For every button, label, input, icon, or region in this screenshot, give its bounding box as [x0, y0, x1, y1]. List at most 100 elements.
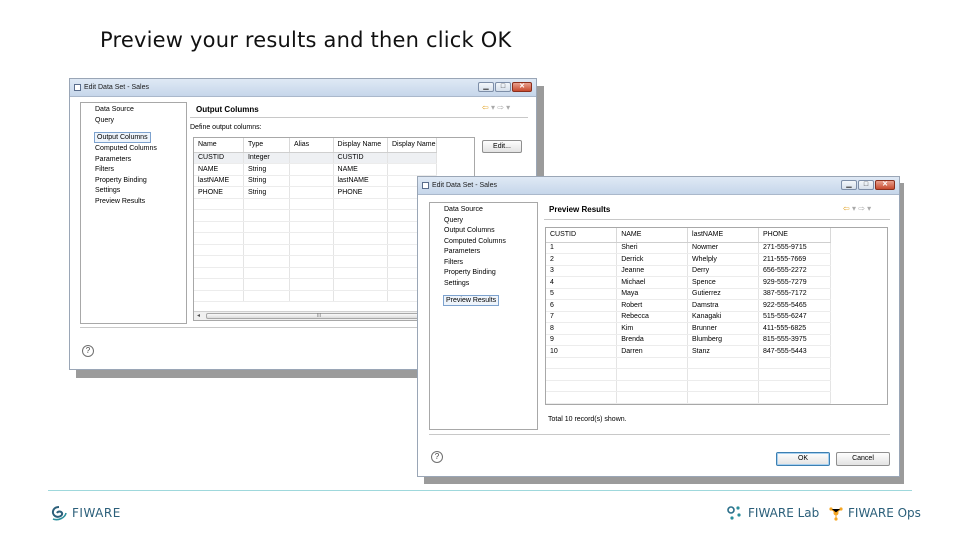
nav-item-filters[interactable]: Filters — [81, 165, 186, 176]
column-header[interactable]: NAME — [616, 228, 689, 243]
table-cell: 4 — [546, 276, 618, 289]
table-cell — [387, 163, 438, 176]
history-nav[interactable]: ⇦ ▾ ⇨ ▾ — [843, 204, 871, 213]
table-cell: Kim — [616, 322, 689, 335]
table-cell: 3 — [546, 265, 618, 277]
nav-item-data-source[interactable]: Data Source — [81, 105, 186, 116]
scroll-thumb[interactable]: III — [206, 313, 432, 319]
history-nav[interactable]: ⇦ ▾ ⇨ ▾ — [482, 103, 510, 112]
maximize-button[interactable]: □ — [495, 82, 511, 92]
table-row[interactable]: 3 Jeanne Derry 656-555-2272 — [546, 265, 887, 277]
nav-item-settings[interactable]: Settings — [81, 186, 186, 197]
dialog2-nav-tree[interactable]: Data Source Query Output Columns Computed C… — [429, 202, 538, 430]
dialog-edit-data-set-preview[interactable]: Edit Data Set - Sales ▁ □ ✕ Data Source Q… — [417, 176, 900, 477]
nav-item-query[interactable]: Query — [430, 216, 537, 227]
table-cell: Michael — [616, 276, 689, 289]
column-header[interactable]: lastNAME — [687, 228, 760, 243]
minimize-button[interactable]: ▁ — [841, 180, 857, 190]
back-arrow-icon[interactable]: ⇦ — [843, 204, 850, 213]
fiware-lab-text: FIWARE Lab — [748, 506, 820, 520]
dropdown-icon: ▾ — [851, 204, 856, 213]
table-cell: 271-555-9715 — [758, 242, 831, 254]
help-icon[interactable]: ? — [431, 451, 443, 463]
column-header[interactable]: Name — [194, 138, 244, 153]
table-cell: Derry — [687, 265, 760, 277]
cancel-button[interactable]: Cancel — [836, 452, 890, 466]
close-button[interactable]: ✕ — [512, 82, 532, 92]
dialog1-nav-tree[interactable]: Data Source Query Output Columns Computed C… — [80, 102, 187, 324]
forward-arrow-icon[interactable]: ⇨ — [858, 204, 865, 213]
table-cell: 211-555-7669 — [758, 253, 831, 266]
edit-button[interactable]: Edit... — [482, 140, 522, 153]
minimize-button[interactable]: ▁ — [478, 82, 494, 92]
nav-item-data-source[interactable]: Data Source — [430, 205, 537, 216]
nav-item-preview-results[interactable]: Preview Results — [81, 197, 186, 208]
table-row[interactable]: NAME String NAME — [194, 163, 474, 176]
table-cell: NAME — [333, 163, 388, 176]
nav-item-settings[interactable]: Settings — [430, 279, 537, 290]
table-cell: 929-555-7279 — [758, 276, 831, 289]
dialog2-titlebar[interactable]: Edit Data Set - Sales ▁ □ ✕ — [418, 177, 899, 195]
nav-item-property-binding[interactable]: Property Binding — [81, 176, 186, 187]
nav-item-output-columns[interactable]: Output Columns — [430, 226, 537, 237]
nav-item-output-columns[interactable]: Output Columns — [94, 132, 151, 143]
dialog1-titlebar[interactable]: Edit Data Set - Sales ▁ □ ✕ — [70, 79, 536, 97]
nav-item-filters[interactable]: Filters — [430, 258, 537, 269]
nav-item-parameters[interactable]: Parameters — [430, 247, 537, 258]
dialog2-pane-separator — [544, 219, 890, 220]
table-cell: Jeanne — [616, 265, 689, 277]
nav-item-query[interactable]: Query — [81, 116, 186, 127]
column-header[interactable]: CUSTID — [546, 228, 618, 243]
scroll-left-icon[interactable]: ◂ — [197, 312, 200, 319]
table-row[interactable]: 7 Rebecca Kanagaki 515-555-6247 — [546, 311, 887, 323]
table-cell: Robert — [616, 299, 689, 312]
table-cell: Nowmer — [687, 242, 760, 254]
table-row[interactable]: 1 Sheri Nowmer 271-555-9715 — [546, 242, 887, 254]
maximize-button[interactable]: □ — [858, 180, 874, 190]
dialog1-pane-subtitle: Define output columns: — [190, 124, 262, 131]
preview-results-table[interactable]: CUSTID NAME lastNAME PHONE 1 Sheri Nowmer 271-5… — [545, 227, 888, 405]
column-header[interactable]: PHONE — [758, 228, 831, 243]
fiware-lab-logo: FIWARE Lab — [726, 505, 819, 521]
table-row[interactable]: CUSTID Integer CUSTID — [194, 152, 474, 164]
column-header[interactable]: Display Name — [387, 138, 438, 153]
table-row[interactable]: 10 Darren Stanz 847-555-5443 — [546, 345, 887, 358]
ok-button[interactable]: OK — [776, 452, 830, 466]
nav-item-computed-columns[interactable]: Computed Columns — [81, 144, 186, 155]
column-header[interactable]: Alias — [289, 138, 334, 153]
table-cell: Gutierrez — [687, 288, 760, 300]
nav-item-preview-results[interactable]: Preview Results — [443, 295, 500, 306]
nav-item-parameters[interactable]: Parameters — [81, 155, 186, 166]
table-cell: 9 — [546, 334, 618, 346]
table-row[interactable]: 6 Robert Damstra 922-555-5465 — [546, 299, 887, 312]
table-cell: 387-555-7172 — [758, 288, 831, 300]
table-cell: PHONE — [194, 186, 244, 199]
table-cell — [289, 175, 334, 187]
dialog1-pane-separator — [190, 117, 528, 118]
table-cell: Damstra — [687, 299, 760, 312]
table-cell: String — [243, 163, 291, 176]
fiware-logo-text: FIWARE — [72, 506, 121, 520]
fiware-swirl-icon — [51, 506, 67, 521]
table-cell: Whelply — [687, 253, 760, 266]
help-icon[interactable]: ? — [82, 345, 94, 357]
table-row[interactable]: 2 Derrick Whelply 211-555-7669 — [546, 253, 887, 266]
table-cell: Blumberg — [687, 334, 760, 346]
table-row[interactable]: 4 Michael Spence 929-555-7279 — [546, 276, 887, 289]
table-row[interactable]: 5 Maya Gutierrez 387-555-7172 — [546, 288, 887, 300]
table-row[interactable]: 8 Kim Brunner 411-555-6825 — [546, 322, 887, 335]
table-cell: Brunner — [687, 322, 760, 335]
back-arrow-icon[interactable]: ⇦ — [482, 103, 489, 112]
column-header[interactable]: Display Name — [333, 138, 388, 153]
nav-item-property-binding[interactable]: Property Binding — [430, 268, 537, 279]
column-header[interactable]: Type — [243, 138, 291, 153]
table-row[interactable]: 9 Brenda Blumberg 815-555-3975 — [546, 334, 887, 346]
table-cell: 5 — [546, 288, 618, 300]
table-cell — [387, 152, 438, 164]
forward-arrow-icon[interactable]: ⇨ — [497, 103, 504, 112]
table-cell: NAME — [194, 163, 244, 176]
table-cell: Derrick — [616, 253, 689, 266]
close-button[interactable]: ✕ — [875, 180, 895, 190]
nav-item-computed-columns[interactable]: Computed Columns — [430, 237, 537, 248]
records-status: Total 10 record(s) shown. — [548, 416, 627, 423]
